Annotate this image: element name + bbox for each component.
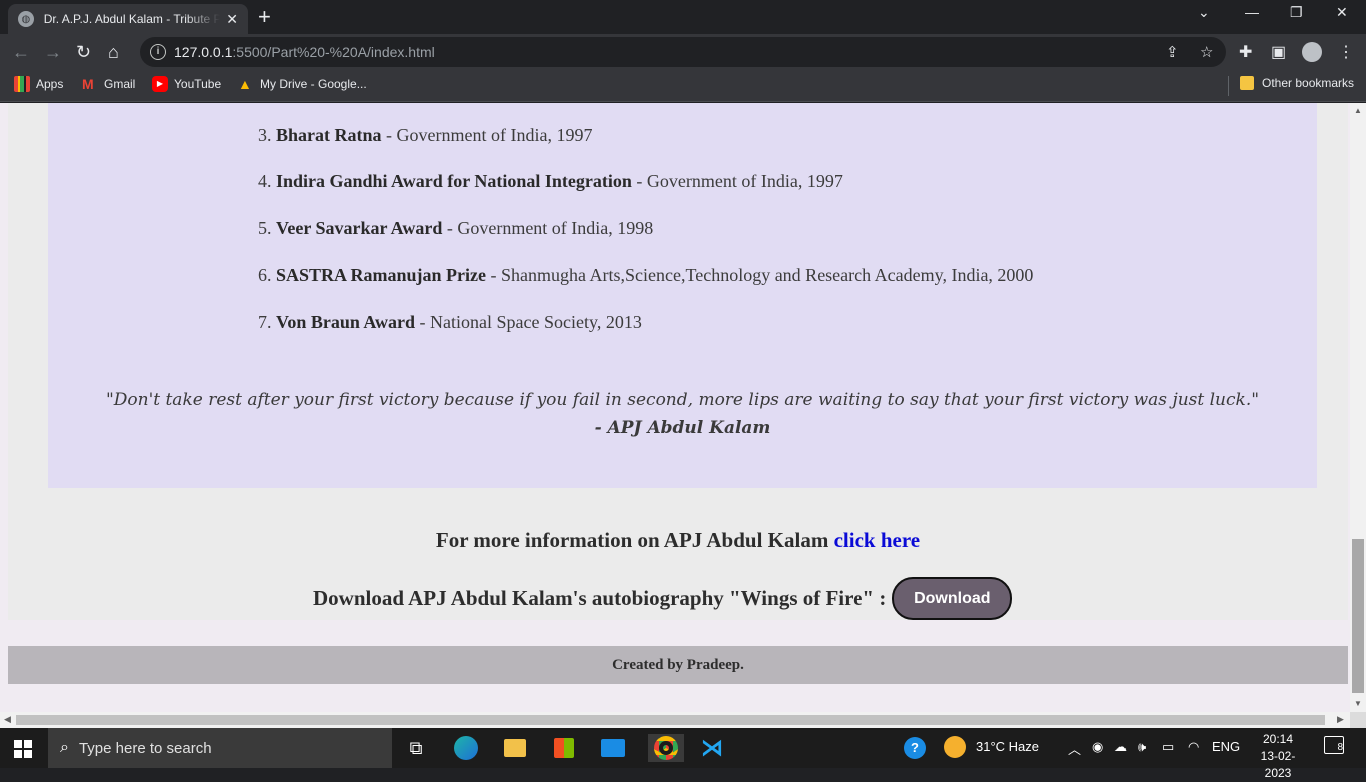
- address-bar[interactable]: i 127.0.0.1:5500/Part%20-%20A/index.html…: [140, 37, 1226, 67]
- folder-icon: [1240, 76, 1254, 90]
- horizontal-scrollbar[interactable]: ◀ ▶: [0, 712, 1350, 728]
- other-bookmarks[interactable]: Other bookmarks: [1240, 76, 1354, 90]
- globe-icon: ◍: [18, 11, 34, 27]
- bookmark-separator: [1228, 76, 1229, 96]
- bookmark-apps[interactable]: Apps: [14, 76, 63, 92]
- battery-icon[interactable]: ▭: [1162, 739, 1174, 755]
- scroll-up-icon[interactable]: ▲: [1354, 106, 1362, 115]
- webcam-icon[interactable]: ◉: [1092, 739, 1103, 755]
- scroll-down-icon[interactable]: ▼: [1354, 699, 1362, 708]
- page-footer: Created by Pradeep.: [8, 646, 1348, 684]
- award-item: 5. Veer Savarkar Award - Government of I…: [258, 218, 654, 238]
- language-indicator[interactable]: ENG: [1212, 739, 1240, 754]
- extensions-icon[interactable]: ✚: [1239, 42, 1252, 62]
- chrome-icon[interactable]: [648, 734, 684, 762]
- vertical-scrollbar[interactable]: ▲ ▼: [1350, 103, 1366, 712]
- reload-button[interactable]: ↻: [76, 42, 91, 62]
- profile-avatar[interactable]: [1302, 42, 1322, 62]
- download-button[interactable]: Download: [892, 577, 1013, 620]
- gmail-icon: M: [82, 76, 94, 92]
- google-drive-icon: ▲: [238, 76, 252, 92]
- tab-title: Dr. A.P.J. Abdul Kalam - Tribute Page: [43, 12, 221, 26]
- windows-start-icon[interactable]: [14, 740, 32, 758]
- cloud-icon[interactable]: ☁: [1114, 739, 1127, 755]
- menu-icon[interactable]: ⋮: [1338, 42, 1354, 62]
- edge-icon[interactable]: [452, 734, 480, 762]
- close-window-button[interactable]: ✕: [1336, 4, 1348, 21]
- award-item: 3. Bharat Ratna - Government of India, 1…: [258, 125, 593, 145]
- side-panel-icon[interactable]: ▣: [1271, 42, 1286, 62]
- volume-icon[interactable]: 🕪: [1138, 739, 1146, 755]
- task-view-icon[interactable]: ⧉: [402, 734, 430, 762]
- forward-button[interactable]: →: [44, 42, 62, 62]
- scroll-corner: [1350, 712, 1366, 728]
- site-info-icon[interactable]: i: [150, 44, 166, 60]
- wifi-icon[interactable]: ◠: [1188, 739, 1199, 755]
- windows-taskbar: ⌕ Type here to search ⧉ ⋊ ? 31°C Haze ︿ …: [0, 728, 1366, 780]
- scroll-left-icon[interactable]: ◀: [4, 714, 11, 725]
- weather-text[interactable]: 31°C Haze: [976, 739, 1039, 754]
- apps-grid-icon: [14, 76, 30, 92]
- award-item: 4. Indira Gandhi Award for National Inte…: [258, 171, 843, 191]
- system-clock[interactable]: 20:14 13-02-2023: [1250, 731, 1306, 782]
- close-tab-icon[interactable]: ✕: [226, 11, 238, 28]
- quote-text: "Don't take rest after your first victor…: [105, 390, 1260, 410]
- weather-icon[interactable]: [944, 736, 966, 761]
- download-label: Download APJ Abdul Kalam's autobiography…: [313, 586, 887, 610]
- microsoft-store-icon[interactable]: [550, 734, 578, 762]
- new-tab-button[interactable]: +: [258, 6, 271, 28]
- url-text: 127.0.0.1:5500/Part%20-%20A/index.html: [174, 44, 435, 60]
- mail-icon[interactable]: [599, 734, 627, 762]
- page-viewport: 3. Bharat Ratna - Government of India, 1…: [0, 103, 1350, 712]
- youtube-icon: ▶: [152, 76, 168, 92]
- search-icon: ⌕: [60, 739, 69, 756]
- bookmarks-bar: Apps M Gmail ▶ YouTube ▲ My Drive - Goog…: [0, 70, 1366, 102]
- download-row: Download APJ Abdul Kalam's autobiography…: [313, 577, 1013, 620]
- search-placeholder: Type here to search: [78, 739, 212, 757]
- browser-toolbar: ← → ↻ ⌂ i 127.0.0.1:5500/Part%20-%20A/in…: [0, 34, 1366, 70]
- notification-icon[interactable]: 8: [1324, 736, 1344, 754]
- home-button[interactable]: ⌂: [108, 42, 119, 62]
- help-icon[interactable]: ?: [904, 737, 926, 759]
- click-here-link[interactable]: click here: [834, 528, 921, 552]
- more-info-line: For more information on APJ Abdul Kalam …: [435, 528, 921, 552]
- horizontal-scroll-thumb[interactable]: [16, 715, 1325, 725]
- bookmark-youtube[interactable]: ▶ YouTube: [152, 76, 221, 92]
- vertical-scroll-thumb[interactable]: [1352, 539, 1364, 693]
- restore-button[interactable]: ❐: [1290, 4, 1303, 21]
- award-item: 7. Von Braun Award - National Space Soci…: [258, 312, 642, 332]
- back-button[interactable]: ←: [12, 42, 30, 62]
- tab-search-icon[interactable]: ⌄: [1198, 4, 1210, 21]
- file-explorer-icon[interactable]: [501, 734, 529, 762]
- vscode-icon[interactable]: ⋊: [698, 734, 726, 762]
- taskbar-search[interactable]: ⌕ Type here to search: [48, 728, 392, 768]
- bookmark-star-icon[interactable]: ☆: [1200, 43, 1213, 61]
- minimize-button[interactable]: —: [1245, 4, 1259, 20]
- quote-author: - APJ Abdul Kalam: [594, 418, 771, 438]
- show-hidden-icons[interactable]: ︿: [1068, 739, 1081, 758]
- browser-tab[interactable]: ◍ Dr. A.P.J. Abdul Kalam - Tribute Page …: [8, 4, 248, 34]
- share-icon[interactable]: ⇪: [1166, 43, 1179, 61]
- scroll-right-icon[interactable]: ▶: [1337, 714, 1344, 725]
- bookmark-gmail[interactable]: M Gmail: [82, 76, 135, 92]
- award-item: 6. SASTRA Ramanujan Prize - Shanmugha Ar…: [258, 265, 1034, 285]
- title-bar: ◍ Dr. A.P.J. Abdul Kalam - Tribute Page …: [0, 0, 1366, 34]
- bookmark-my-drive[interactable]: ▲ My Drive - Google...: [238, 76, 367, 92]
